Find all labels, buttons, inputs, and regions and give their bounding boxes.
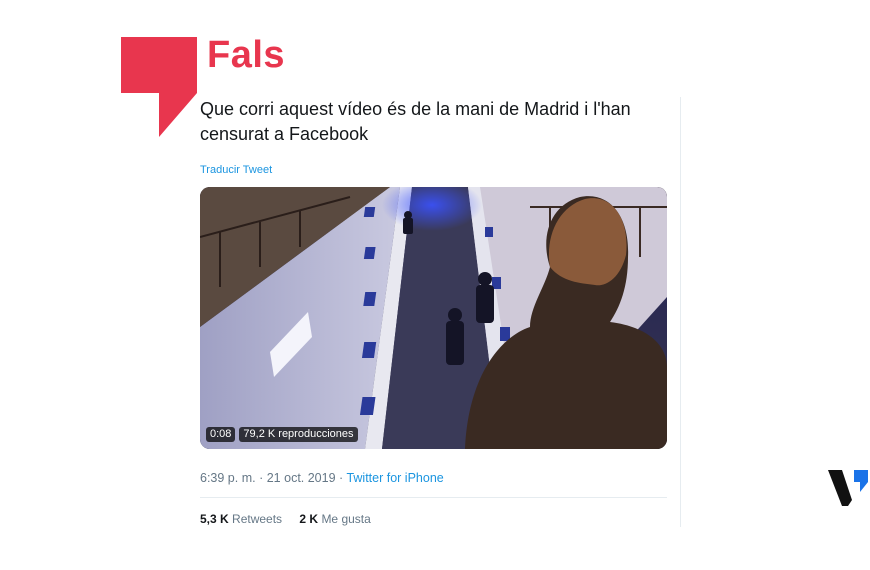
video-frame: [200, 187, 667, 449]
tweet-time: 6:39 p. m.: [200, 471, 256, 485]
verdict-label: Fals: [207, 34, 286, 76]
retweets-stat[interactable]: 5,3 K Retweets: [200, 512, 282, 526]
video-view-count: 79,2 K reproducciones: [239, 427, 358, 442]
embedded-tweet: Que corri aquest vídeo és de la mani de …: [200, 97, 680, 527]
tweet-text: Que corri aquest vídeo és de la mani de …: [200, 99, 631, 144]
video-duration: 0:08: [206, 427, 236, 442]
verificat-logo-icon: [828, 470, 868, 506]
fals-flag-icon: [121, 37, 197, 137]
card-border: [680, 97, 681, 527]
likes-label: Me gusta: [321, 512, 371, 526]
tweet-meta: 6:39 p. m. · 21 oct. 2019 · Twitter for …: [200, 471, 444, 485]
translate-tweet-link[interactable]: Traducir Tweet: [200, 164, 272, 176]
tweet-video[interactable]: 0:08 79,2 K reproducciones: [200, 187, 667, 449]
retweets-count: 5,3 K: [200, 512, 229, 526]
video-badges: 0:08 79,2 K reproducciones: [206, 427, 358, 442]
meta-separator: ·: [259, 471, 264, 485]
likes-count: 2 K: [299, 512, 319, 526]
divider: [200, 497, 667, 498]
likes-stat[interactable]: 2 K Me gusta: [299, 512, 370, 526]
tweet-date: 21 oct. 2019: [266, 471, 336, 485]
tweet-stats: 5,3 K Retweets 2 K Me gusta: [200, 512, 385, 526]
tweet-source-link[interactable]: Twitter for iPhone: [346, 471, 443, 485]
retweets-label: Retweets: [232, 512, 283, 526]
meta-separator: ·: [339, 471, 344, 485]
